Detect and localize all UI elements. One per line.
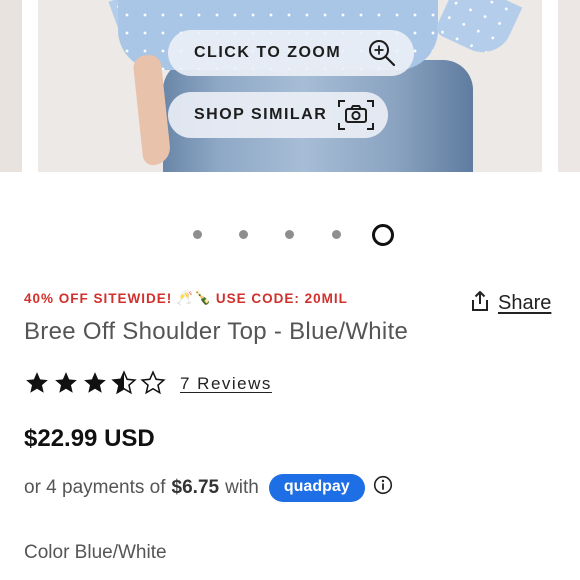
photo-shirt-sleeve (433, 0, 523, 62)
carousel-dot[interactable] (285, 230, 294, 239)
share-icon (470, 290, 490, 317)
star-full-icon (84, 372, 106, 393)
shop-similar-label: SHOP SIMILAR (194, 106, 328, 123)
star-half-icon (111, 370, 137, 395)
product-image-carousel[interactable]: CLICK TO ZOOM SHOP SIMILAR (0, 0, 580, 172)
share-button[interactable]: Share (470, 290, 551, 317)
product-title: Bree Off Shoulder Top - Blue/White (24, 318, 409, 345)
carousel-pagination (0, 224, 580, 246)
color-selection-label: Color Blue/White (24, 542, 167, 563)
rating-stars[interactable] (24, 370, 169, 396)
reviews-link[interactable]: 7 Reviews (180, 374, 272, 394)
quadpay-badge[interactable]: quadpay (268, 474, 365, 502)
carousel-dot[interactable] (239, 230, 248, 239)
product-photo[interactable] (38, 0, 542, 172)
promo-banner: 40% OFF SITEWIDE! 🥂🍾 USE CODE: 20MIL (24, 290, 348, 306)
star-full-icon (55, 372, 77, 393)
promo-code-text: USE CODE: 20MIL (215, 290, 348, 306)
magnify-plus-icon (360, 35, 404, 71)
prev-image-peek[interactable] (0, 0, 22, 172)
click-to-zoom-button[interactable]: CLICK TO ZOOM (168, 30, 414, 76)
installment-amount: $6.75 (171, 477, 220, 498)
carousel-dot[interactable] (332, 230, 341, 239)
carousel-dot-active[interactable] (372, 224, 394, 246)
photo-hand (132, 53, 172, 167)
info-icon[interactable] (373, 475, 393, 501)
shop-similar-button[interactable]: SHOP SIMILAR (168, 92, 388, 138)
share-label: Share (498, 292, 552, 314)
installment-offer: or 4 payments of $6.75 with quadpay (24, 474, 393, 502)
carousel-dot[interactable] (193, 230, 202, 239)
promo-emoji: 🥂🍾 (176, 290, 212, 305)
star-full-icon (26, 372, 48, 393)
product-price: $22.99 USD (24, 425, 155, 452)
installment-suffix: with (225, 477, 259, 498)
star-empty-icon (140, 370, 166, 395)
promo-text: 40% OFF SITEWIDE! (24, 290, 173, 306)
click-to-zoom-label: CLICK TO ZOOM (194, 44, 342, 61)
next-image-peek[interactable] (558, 0, 580, 172)
camera-icon (334, 97, 378, 133)
installment-prefix: or 4 payments of (24, 477, 166, 498)
